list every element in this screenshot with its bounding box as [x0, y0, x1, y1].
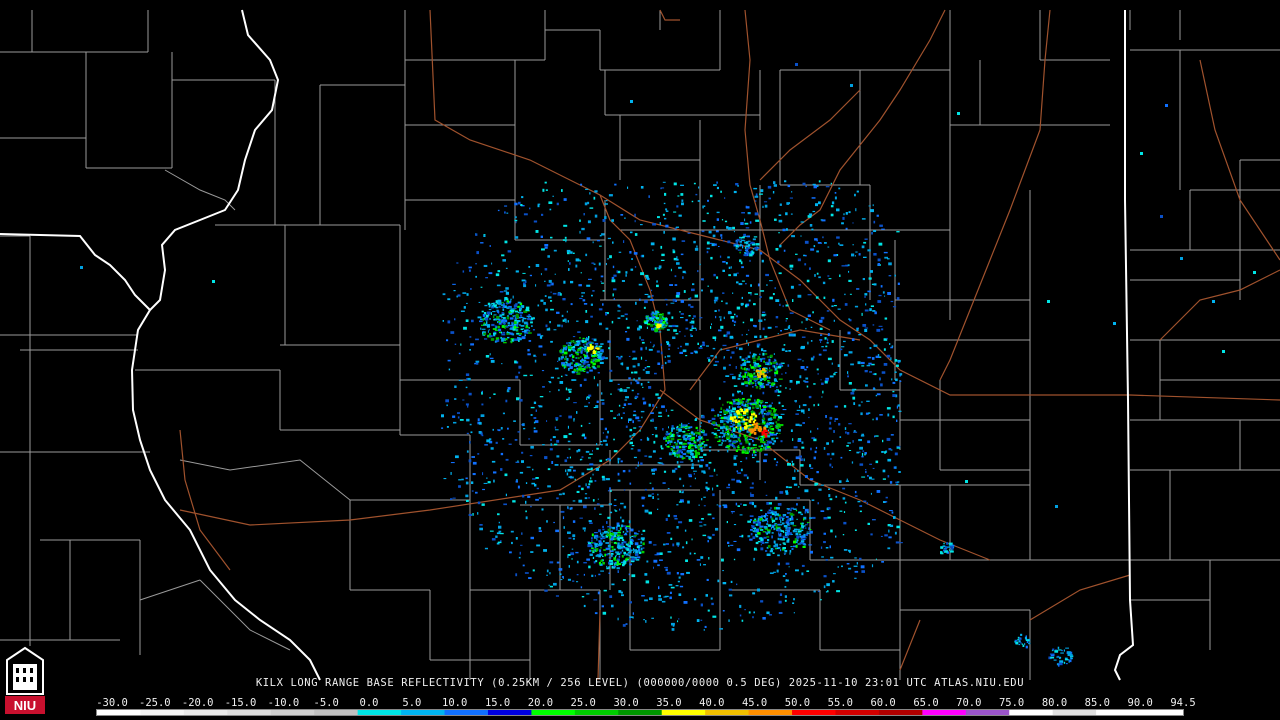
colorbar-label: 75.0 — [998, 697, 1025, 709]
niu-logo: NIU — [3, 646, 47, 718]
colorbar-segment — [1096, 710, 1141, 715]
colorbar-segment — [401, 710, 446, 715]
colorbar-label: 25.0 — [570, 697, 596, 709]
colorbar-label: -25.0 — [138, 697, 171, 709]
colorbar-label: -10.0 — [267, 697, 300, 709]
radar-map — [0, 0, 1280, 720]
colorbar-label: 60.0 — [870, 697, 896, 709]
colorbar-segment — [835, 710, 880, 715]
colorbar-label: 80.0 — [1041, 697, 1068, 709]
colorbar-segment — [357, 710, 402, 715]
colorbar-segment — [314, 710, 359, 715]
svg-text:NIU: NIU — [14, 698, 36, 713]
colorbar-segment — [270, 710, 315, 715]
colorbar-label: 50.0 — [784, 697, 811, 709]
colorbar-segment — [140, 710, 185, 715]
colorbar-segment — [748, 710, 793, 715]
colorbar-label: 65.0 — [913, 697, 939, 709]
colorbar-segment — [618, 710, 663, 715]
colorbar-label: 0.0 — [359, 697, 379, 709]
reflectivity-colorbar — [96, 709, 1184, 716]
colorbar-segment — [965, 710, 1010, 715]
colorbar-segment — [227, 710, 272, 715]
colorbar-segment — [1139, 710, 1183, 715]
colorbar-segment — [661, 710, 706, 715]
colorbar-segment — [574, 710, 619, 715]
colorbar-segment — [922, 710, 967, 715]
colorbar-label: -5.0 — [313, 697, 339, 709]
colorbar-label: 15.0 — [484, 697, 511, 709]
colorbar-segment — [444, 710, 489, 715]
colorbar-label: 30.0 — [613, 697, 639, 709]
colorbar-segment — [705, 710, 750, 715]
product-caption: KILX LONG RANGE BASE REFLECTIVITY (0.25K… — [255, 677, 1025, 689]
colorbar-segment — [878, 710, 923, 715]
colorbar-labels: -30.0 -25.0 -20.0 -15.0 -10.0 -5.0 0.0 5.0 10.0 1… — [0, 697, 1280, 709]
colorbar-label: 5.0 — [402, 697, 422, 709]
colorbar-label: 35.0 — [656, 697, 682, 709]
colorbar-label: 85.0 — [1084, 697, 1110, 709]
colorbar-label: 94.5 — [1170, 697, 1196, 709]
colorbar-segment — [183, 710, 228, 715]
colorbar-label: -20.0 — [181, 697, 214, 709]
colorbar-segment — [97, 710, 141, 715]
colorbar-label: 40.0 — [699, 697, 725, 709]
colorbar-label: -15.0 — [224, 697, 257, 709]
colorbar-segment — [1052, 710, 1097, 715]
colorbar-label: -30.0 — [96, 697, 128, 709]
colorbar-segment — [531, 710, 576, 715]
colorbar-label: 90.0 — [1127, 697, 1153, 709]
colorbar-label: 55.0 — [827, 697, 853, 709]
colorbar-segment — [487, 710, 532, 715]
colorbar-segment — [1009, 710, 1054, 715]
colorbar-label: 45.0 — [741, 697, 768, 709]
colorbar-label: 70.0 — [956, 697, 982, 709]
colorbar-segment — [792, 710, 836, 715]
colorbar-label: 10.0 — [442, 697, 468, 709]
colorbar-label: 20.0 — [527, 697, 554, 709]
